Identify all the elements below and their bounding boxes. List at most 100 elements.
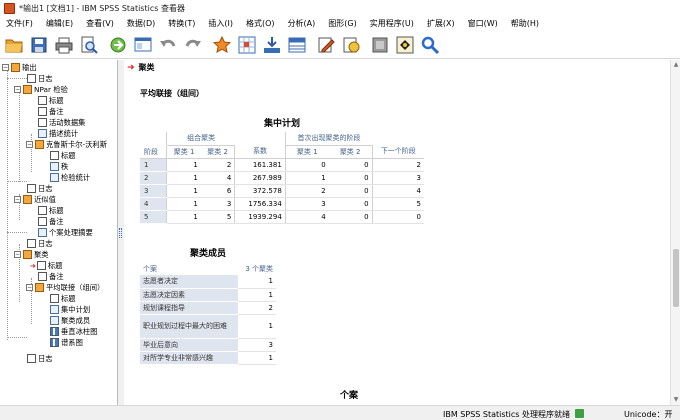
open-folder-icon[interactable] (3, 34, 25, 56)
outline-cluster-title[interactable]: ➜ 标题 (30, 260, 62, 271)
scroll-up-icon[interactable]: ▲ (672, 61, 680, 69)
menu-bar: 文件(F) 编辑(E) 查看(V) 数据(D) 转换(T) 插入(I) 格式(O… (0, 16, 680, 31)
collapse-toggle-icon[interactable]: − (2, 64, 9, 71)
vertical-scrollbar[interactable]: ▲ ▼ (670, 60, 680, 405)
outline-kw[interactable]: − 克鲁斯卡尔-沃利斯 (26, 139, 107, 150)
outline-log-2[interactable]: 日志 (27, 183, 53, 194)
undo-icon[interactable] (157, 34, 179, 56)
show-hidden-icon[interactable] (369, 34, 391, 56)
status-bar: IBM SPSS Statistics 处理程序就绪 Unicode：开 (0, 405, 680, 420)
menu-edit[interactable]: 编辑(E) (42, 18, 77, 29)
menu-analyze[interactable]: 分析(A) (284, 18, 320, 29)
book-icon (23, 195, 32, 204)
table-row: 1 1 2 161.381 0 0 2 (140, 158, 424, 172)
header-combined-clusters: 组合聚类 (166, 132, 235, 145)
outline-log-4[interactable]: 日志 (27, 353, 53, 364)
menu-graphs[interactable]: 图形(G) (324, 18, 360, 29)
search-icon[interactable] (419, 34, 441, 56)
outline-log-3[interactable]: 日志 (27, 238, 53, 249)
header-next-stage: 下一个阶段 (371, 145, 424, 159)
outline-log-1[interactable]: 日志 (27, 73, 53, 84)
designate-window-icon[interactable] (340, 34, 362, 56)
menu-format[interactable]: 格式(O) (242, 18, 279, 29)
menu-help[interactable]: 帮助(H) (507, 18, 543, 29)
collapse-toggle-icon[interactable]: − (26, 141, 33, 148)
print-icon[interactable] (53, 34, 75, 56)
goto-variable-icon[interactable] (261, 34, 283, 56)
title-icon (36, 261, 46, 270)
table-icon (38, 228, 47, 237)
table-icon (50, 305, 59, 314)
recall-dialog-icon[interactable] (132, 34, 154, 56)
outline-avg-linkage[interactable]: − 平均联接（组间） (26, 282, 104, 293)
outline-npar-title[interactable]: 标题 (38, 95, 64, 106)
method-title: 平均联接（组间） (140, 89, 204, 98)
menu-file[interactable]: 文件(F) (2, 18, 37, 29)
outline-prox-summary[interactable]: 个案处理摘要 (38, 227, 93, 238)
outline-cluster[interactable]: − 聚类 (14, 249, 49, 260)
outline-npar-desc[interactable]: 描述统计 (38, 128, 78, 139)
menu-insert[interactable]: 插入(I) (204, 18, 237, 29)
outline-kw-rank[interactable]: 秩 (50, 161, 68, 172)
goto-case-icon[interactable] (236, 34, 258, 56)
header-stage-cluster-1: 聚类 1 (284, 144, 329, 159)
outline-avg-title[interactable]: 标题 (50, 293, 76, 304)
section-heading: ➜ 聚类 (127, 62, 155, 73)
outline-npar-notes[interactable]: 备注 (38, 106, 64, 117)
output-content-pane: ➜ 聚类 平均联接（组间） 集中计划 组合聚类 首次出现聚类的阶段 阶段 聚类 … (124, 60, 670, 405)
goto-data-icon[interactable] (211, 34, 233, 56)
outline-kw-title[interactable]: 标题 (50, 150, 76, 161)
outline-kw-test[interactable]: 检验统计 (50, 172, 90, 183)
export-icon[interactable] (107, 34, 129, 56)
title-icon (38, 96, 47, 105)
notes-icon (38, 217, 47, 226)
collapse-toggle-icon[interactable]: − (26, 284, 33, 291)
table-row: 对所学专业非常感兴趣 1 (140, 351, 276, 365)
table-icon (50, 162, 59, 171)
book-icon (23, 85, 32, 94)
save-icon[interactable] (28, 34, 50, 56)
table-row: 职业规划过程中最大的困难 1 (140, 314, 276, 339)
processor-status: IBM SPSS Statistics 处理程序就绪 (443, 410, 571, 419)
outline-cluster-notes[interactable]: 备注 (38, 271, 64, 282)
menu-view[interactable]: 查看(V) (82, 18, 118, 29)
scrollbar-thumb[interactable] (673, 249, 679, 307)
collapse-toggle-icon[interactable]: − (14, 251, 21, 258)
menu-extensions[interactable]: 扩展(X) (423, 18, 459, 29)
scroll-down-icon[interactable]: ▼ (672, 396, 680, 404)
book-icon (23, 250, 32, 259)
collapse-toggle-icon[interactable]: − (14, 196, 21, 203)
cluster-membership-table: 个案 3 个聚类 志愿者决定 1 志愿决定因素 1 规划课程指导 2 职业规划过… (140, 262, 276, 365)
table-row: 5 1 5 1939.294 4 0 0 (140, 210, 424, 224)
header-case: 个案 (143, 264, 157, 273)
title-icon (38, 206, 47, 215)
chart-icon (50, 338, 59, 347)
outline-prox-notes[interactable]: 备注 (38, 216, 64, 227)
menu-data[interactable]: 数据(D) (123, 18, 159, 29)
insert-output-icon[interactable] (394, 34, 416, 56)
header-cluster-2: 聚类 2 (200, 144, 235, 159)
notes-icon (38, 107, 47, 116)
table-row: 规划课程指导 2 (140, 301, 276, 315)
variables-icon[interactable] (286, 34, 308, 56)
outline-avg-icicle[interactable]: 垂直冰柱图 (50, 326, 97, 337)
menu-window[interactable]: 窗口(W) (464, 18, 502, 29)
title-icon (50, 151, 59, 160)
redo-icon[interactable] (182, 34, 204, 56)
outline-npar[interactable]: − NPar 检验 (14, 84, 68, 95)
outline-prox-title[interactable]: 标题 (38, 205, 64, 216)
outline-avg-membership[interactable]: 聚类成员 (50, 315, 90, 326)
menu-transform[interactable]: 转换(T) (164, 18, 199, 29)
print-preview-icon[interactable] (78, 34, 100, 56)
outline-avg-dendrogram[interactable]: 谱系图 (50, 337, 83, 348)
outline-prox[interactable]: − 近似值 (14, 194, 56, 205)
splitter-grip-icon[interactable] (119, 228, 122, 238)
outline-npar-dataset[interactable]: 活动数据集 (38, 117, 85, 128)
output-book-icon (11, 63, 20, 72)
menu-utilities[interactable]: 实用程序(U) (366, 18, 418, 29)
outline-avg-schedule[interactable]: 集中计划 (50, 304, 90, 315)
outline-root[interactable]: − 输出 (2, 62, 37, 73)
collapse-toggle-icon[interactable]: − (14, 86, 21, 93)
next-section-caption: 个案 (339, 391, 358, 401)
edit-icon[interactable] (315, 34, 337, 56)
